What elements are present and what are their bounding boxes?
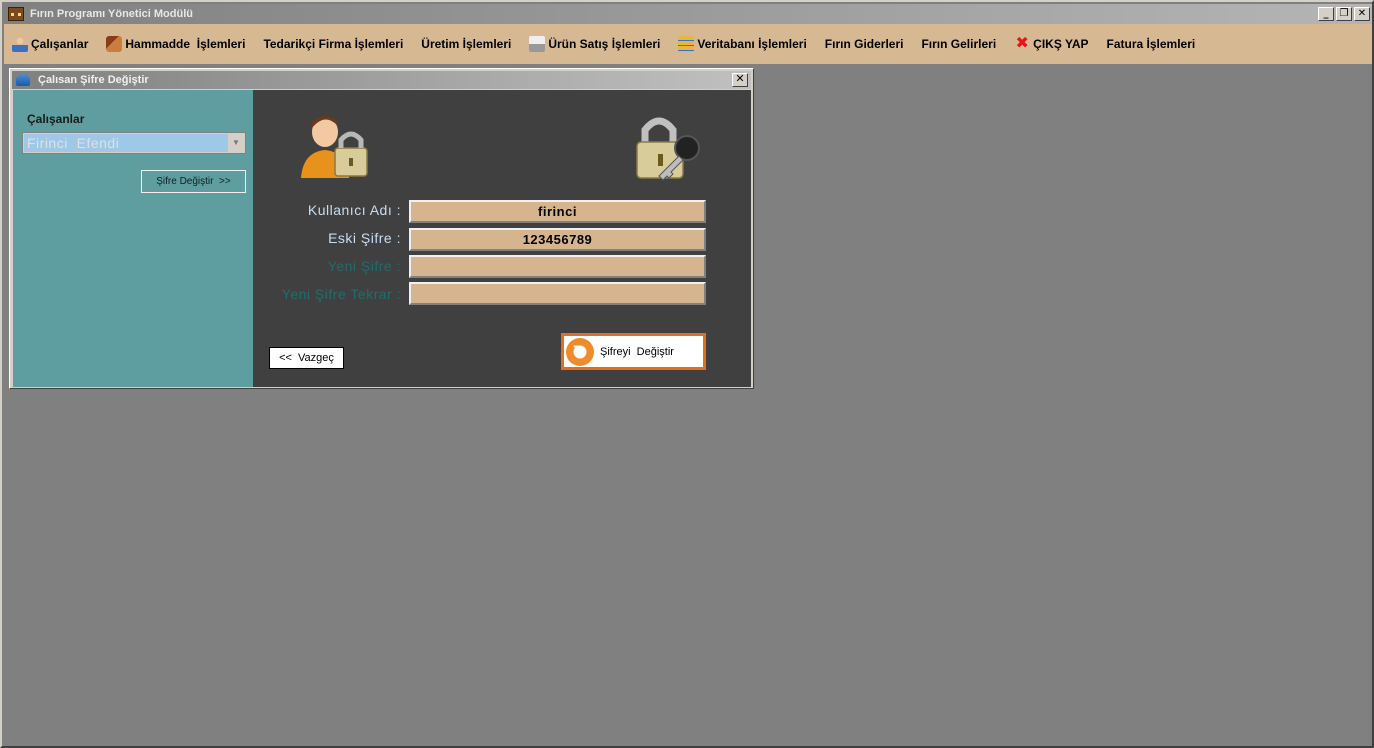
refresh-icon <box>566 337 594 366</box>
change-password-button-label: Şifreyi Değiştir <box>600 345 674 358</box>
menu-expenses-label: Fırın Giderleri <box>824 37 904 51</box>
new-password-label: Yeni Şifre : <box>327 258 401 274</box>
dialog-app-icon <box>16 74 30 86</box>
change-password-select-button[interactable]: Şifre Değiştir >> <box>141 170 246 193</box>
employee-panel: Çalışanlar Firinci Efendi ▼ Şifre Değişt… <box>13 90 253 387</box>
menu-raw-materials-label: Hammadde İşlemleri <box>125 37 246 51</box>
dialog-title: Çalısan Şifre Değiştir <box>38 74 149 86</box>
app-window: Fırın Programı Yönetici Modülü _ ❐ ✕ Çal… <box>0 0 1374 748</box>
cancel-button[interactable]: << Vazgeç <box>269 347 344 369</box>
menu-invoices-label: Fatura İşlemleri <box>1106 37 1196 51</box>
new-password-field[interactable] <box>409 255 706 278</box>
database-icon <box>678 36 695 52</box>
raw-material-icon <box>106 36 123 52</box>
app-titlebar: Fırın Programı Yönetici Modülü _ ❐ ✕ <box>4 4 1372 24</box>
old-password-label: Eski Şifre : <box>328 230 401 246</box>
menu-production[interactable]: Üretim İşlemleri <box>421 37 511 51</box>
lock-key-icon <box>636 117 700 181</box>
menu-invoices[interactable]: Fatura İşlemleri <box>1107 37 1196 51</box>
exit-icon: ✖ <box>1015 35 1029 52</box>
chevron-down-icon[interactable]: ▼ <box>228 134 244 152</box>
restore-button[interactable]: ❐ <box>1336 7 1352 21</box>
app-title: Fırın Programı Yönetici Modülü <box>30 8 193 20</box>
menubar: Çalışanlar Hammadde İşlemleri Tedarikçi … <box>4 24 1372 64</box>
employees-label: Çalışanlar <box>27 112 85 126</box>
menu-suppliers-label: Tedarikçi Firma İşlemleri <box>263 37 404 51</box>
user-icon <box>12 36 28 52</box>
dialog-titlebar: Çalısan Şifre Değiştir ✕ <box>12 71 751 89</box>
oven-app-icon <box>8 7 24 21</box>
menu-production-label: Üretim İşlemleri <box>421 37 512 51</box>
employee-select-value: Firinci Efendi <box>24 134 228 152</box>
menu-income[interactable]: Fırın Gelirleri <box>921 37 996 51</box>
menu-exit-label: ÇIKŞ YAP <box>1033 37 1089 51</box>
menu-database-label: Veritabanı İşlemleri <box>697 37 807 51</box>
close-button[interactable]: ✕ <box>1354 7 1370 21</box>
menu-expenses[interactable]: Fırın Giderleri <box>825 37 904 51</box>
menu-suppliers[interactable]: Tedarikçi Firma İşlemleri <box>263 37 403 51</box>
menu-exit[interactable]: ✖ ÇIKŞ YAP <box>1014 36 1088 52</box>
menu-raw-materials[interactable]: Hammadde İşlemleri <box>106 36 245 52</box>
window-controls: _ ❐ ✕ <box>1318 7 1370 21</box>
sales-icon <box>529 36 546 52</box>
menu-employees[interactable]: Çalışanlar <box>12 36 88 52</box>
dialog-close-button[interactable]: ✕ <box>732 73 748 87</box>
menu-database[interactable]: Veritabanı İşlemleri <box>678 36 807 52</box>
user-lock-icon <box>301 116 368 178</box>
change-password-button[interactable]: Şifreyi Değiştir <box>561 333 706 370</box>
password-form-panel: Kullanıcı Adı : firinci Eski Şifre : 123… <box>253 90 751 387</box>
old-password-field[interactable]: 123456789 <box>409 228 706 251</box>
username-label: Kullanıcı Adı : <box>307 202 401 218</box>
new-password-repeat-label: Yeni Şifre Tekrar : <box>281 286 401 302</box>
employee-select[interactable]: Firinci Efendi ▼ <box>22 132 246 154</box>
menu-employees-label: Çalışanlar <box>31 37 89 51</box>
new-password-repeat-field[interactable] <box>409 282 706 305</box>
menu-income-label: Fırın Gelirleri <box>921 37 997 51</box>
username-field[interactable]: firinci <box>409 200 706 223</box>
menu-sales[interactable]: Ürün Satış İşlemleri <box>529 36 660 52</box>
minimize-button[interactable]: _ <box>1318 7 1334 21</box>
change-password-dialog: Çalısan Şifre Değiştir ✕ Çalışanlar Firi… <box>9 68 754 389</box>
menu-sales-label: Ürün Satış İşlemleri <box>548 37 661 51</box>
